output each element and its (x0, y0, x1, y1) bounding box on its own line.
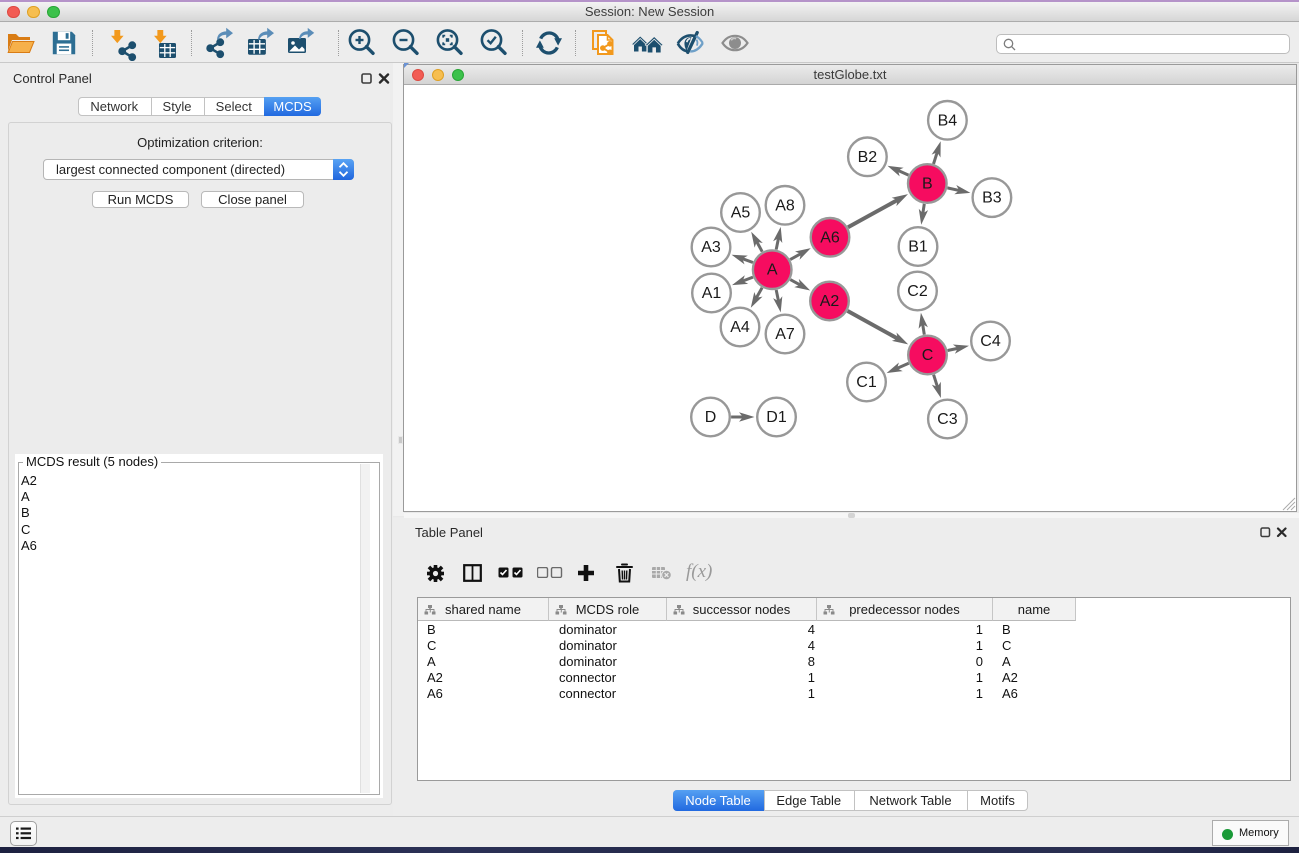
svg-text:C3: C3 (937, 411, 958, 428)
svg-text:A5: A5 (731, 205, 751, 222)
svg-text:B4: B4 (938, 112, 958, 129)
svg-text:A1: A1 (702, 285, 722, 302)
svg-text:A6: A6 (820, 229, 840, 246)
svg-text:A2: A2 (820, 293, 840, 310)
svg-text:C1: C1 (856, 374, 877, 391)
svg-text:D1: D1 (766, 409, 787, 426)
svg-text:C: C (922, 347, 934, 364)
svg-text:A8: A8 (775, 197, 795, 214)
svg-text:A4: A4 (730, 319, 750, 336)
svg-text:C4: C4 (980, 333, 1001, 350)
svg-text:A3: A3 (701, 239, 721, 256)
svg-text:B1: B1 (908, 239, 928, 256)
svg-text:B: B (922, 176, 933, 193)
svg-text:A7: A7 (775, 326, 795, 343)
svg-text:B3: B3 (982, 190, 1002, 207)
svg-text:C2: C2 (907, 283, 928, 300)
svg-text:B2: B2 (858, 149, 878, 166)
svg-text:D: D (705, 409, 717, 426)
svg-text:A: A (767, 262, 778, 279)
